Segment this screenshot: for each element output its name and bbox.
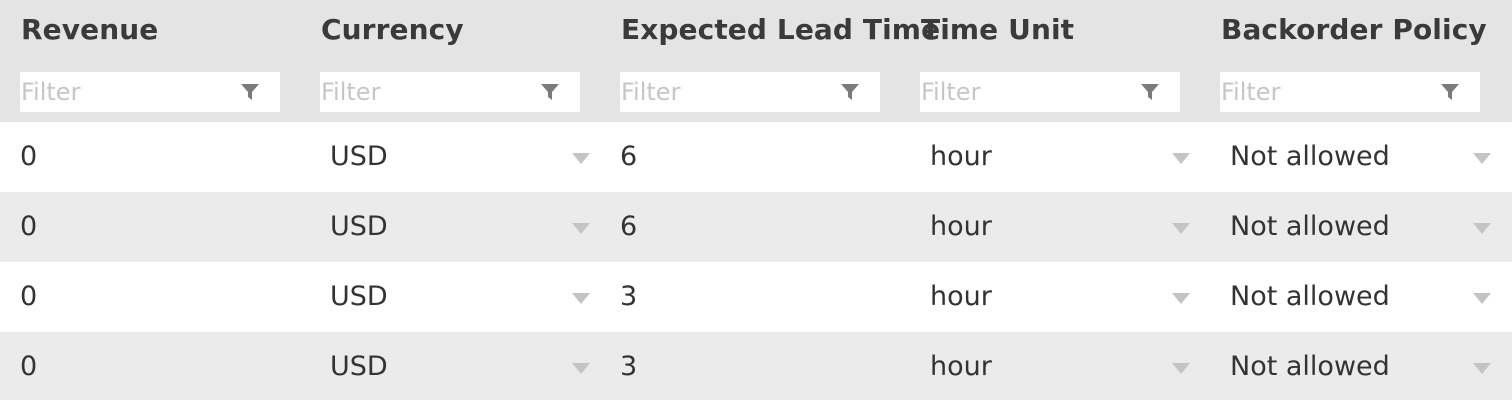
filter-cell-revenue: [0, 62, 300, 122]
dropdown-arrow-icon[interactable]: [572, 153, 590, 164]
column-header-currency[interactable]: Currency: [300, 0, 600, 62]
lead-time-value: 6: [620, 141, 638, 172]
time-unit-value: hour: [930, 141, 992, 172]
cell-backorder-policy-dropdown[interactable]: Not allowed: [1200, 192, 1512, 262]
filter-row: [0, 62, 1512, 122]
filter-box: [1220, 72, 1480, 112]
cell-time-unit-dropdown[interactable]: hour: [900, 122, 1200, 192]
dropdown-arrow-icon[interactable]: [1473, 293, 1491, 304]
currency-value: USD: [330, 281, 388, 312]
filter-icon[interactable]: [1440, 82, 1460, 102]
backorder-policy-value: Not allowed: [1230, 351, 1390, 382]
filter-cell-time-unit: [900, 62, 1200, 122]
filter-icon[interactable]: [240, 82, 260, 102]
lead-time-value: 3: [620, 281, 638, 312]
revenue-value: 0: [20, 141, 38, 172]
data-grid: Revenue Currency Expected Lead Time Time…: [0, 0, 1512, 400]
filter-icon[interactable]: [1140, 82, 1160, 102]
grid-header: Revenue Currency Expected Lead Time Time…: [0, 0, 1512, 122]
header-titles: Revenue Currency Expected Lead Time Time…: [0, 0, 1512, 62]
cell-revenue[interactable]: 0: [0, 122, 300, 192]
column-header-label: Currency: [321, 13, 464, 46]
cell-revenue[interactable]: 0: [0, 262, 300, 332]
cell-revenue[interactable]: 0: [0, 192, 300, 262]
cell-lead-time[interactable]: 3: [600, 332, 900, 400]
column-header-backorder-policy[interactable]: Backorder Policy: [1200, 0, 1512, 62]
revenue-value: 0: [20, 211, 38, 242]
currency-value: USD: [330, 141, 388, 172]
cell-time-unit-dropdown[interactable]: hour: [900, 192, 1200, 262]
time-unit-value: hour: [930, 351, 992, 382]
revenue-filter-input[interactable]: [20, 72, 241, 112]
lead-time-value: 6: [620, 211, 638, 242]
lead-time-filter-input[interactable]: [620, 72, 841, 112]
filter-box: [920, 72, 1180, 112]
filter-box: [20, 72, 280, 112]
filter-box: [320, 72, 580, 112]
cell-currency-dropdown[interactable]: USD: [300, 122, 600, 192]
currency-value: USD: [330, 351, 388, 382]
currency-filter-input[interactable]: [320, 72, 541, 112]
dropdown-arrow-icon[interactable]: [572, 293, 590, 304]
cell-lead-time[interactable]: 3: [600, 262, 900, 332]
dropdown-arrow-icon[interactable]: [1172, 153, 1190, 164]
cell-lead-time[interactable]: 6: [600, 122, 900, 192]
column-header-label: Revenue: [21, 13, 159, 46]
backorder-policy-value: Not allowed: [1230, 211, 1390, 242]
dropdown-arrow-icon[interactable]: [572, 223, 590, 234]
dropdown-arrow-icon[interactable]: [1473, 223, 1491, 234]
cell-revenue[interactable]: 0: [0, 332, 300, 400]
time-unit-filter-input[interactable]: [920, 72, 1141, 112]
column-header-label: Backorder Policy: [1221, 13, 1487, 46]
dropdown-arrow-icon[interactable]: [1172, 363, 1190, 374]
time-unit-value: hour: [930, 211, 992, 242]
cell-currency-dropdown[interactable]: USD: [300, 332, 600, 400]
dropdown-arrow-icon[interactable]: [1473, 363, 1491, 374]
filter-cell-expected-lead-time: [600, 62, 900, 122]
dropdown-arrow-icon[interactable]: [1172, 223, 1190, 234]
table-row[interactable]: 0 USD 6 hour Not allowed: [0, 122, 1512, 192]
column-header-label: Time Unit: [921, 13, 1075, 46]
column-header-revenue[interactable]: Revenue: [0, 0, 300, 62]
revenue-value: 0: [20, 281, 38, 312]
cell-time-unit-dropdown[interactable]: hour: [900, 332, 1200, 400]
backorder-policy-filter-input[interactable]: [1220, 72, 1441, 112]
revenue-value: 0: [20, 351, 38, 382]
filter-cell-backorder-policy: [1200, 62, 1512, 122]
cell-backorder-policy-dropdown[interactable]: Not allowed: [1200, 122, 1512, 192]
cell-time-unit-dropdown[interactable]: hour: [900, 262, 1200, 332]
column-header-expected-lead-time[interactable]: Expected Lead Time: [600, 0, 940, 62]
column-header-time-unit[interactable]: Time Unit: [900, 0, 1200, 62]
filter-icon[interactable]: [540, 82, 560, 102]
backorder-policy-value: Not allowed: [1230, 141, 1390, 172]
currency-value: USD: [330, 211, 388, 242]
backorder-policy-value: Not allowed: [1230, 281, 1390, 312]
column-header-label: Expected Lead Time: [621, 13, 941, 46]
lead-time-value: 3: [620, 351, 638, 382]
cell-backorder-policy-dropdown[interactable]: Not allowed: [1200, 262, 1512, 332]
cell-lead-time[interactable]: 6: [600, 192, 900, 262]
filter-box: [620, 72, 880, 112]
table-row[interactable]: 0 USD 6 hour Not allowed: [0, 192, 1512, 262]
filter-cell-currency: [300, 62, 600, 122]
dropdown-arrow-icon[interactable]: [1172, 293, 1190, 304]
dropdown-arrow-icon[interactable]: [572, 363, 590, 374]
cell-currency-dropdown[interactable]: USD: [300, 262, 600, 332]
dropdown-arrow-icon[interactable]: [1473, 153, 1491, 164]
cell-currency-dropdown[interactable]: USD: [300, 192, 600, 262]
time-unit-value: hour: [930, 281, 992, 312]
filter-icon[interactable]: [840, 82, 860, 102]
table-row[interactable]: 0 USD 3 hour Not allowed: [0, 262, 1512, 332]
cell-backorder-policy-dropdown[interactable]: Not allowed: [1200, 332, 1512, 400]
table-row[interactable]: 0 USD 3 hour Not allowed: [0, 332, 1512, 400]
